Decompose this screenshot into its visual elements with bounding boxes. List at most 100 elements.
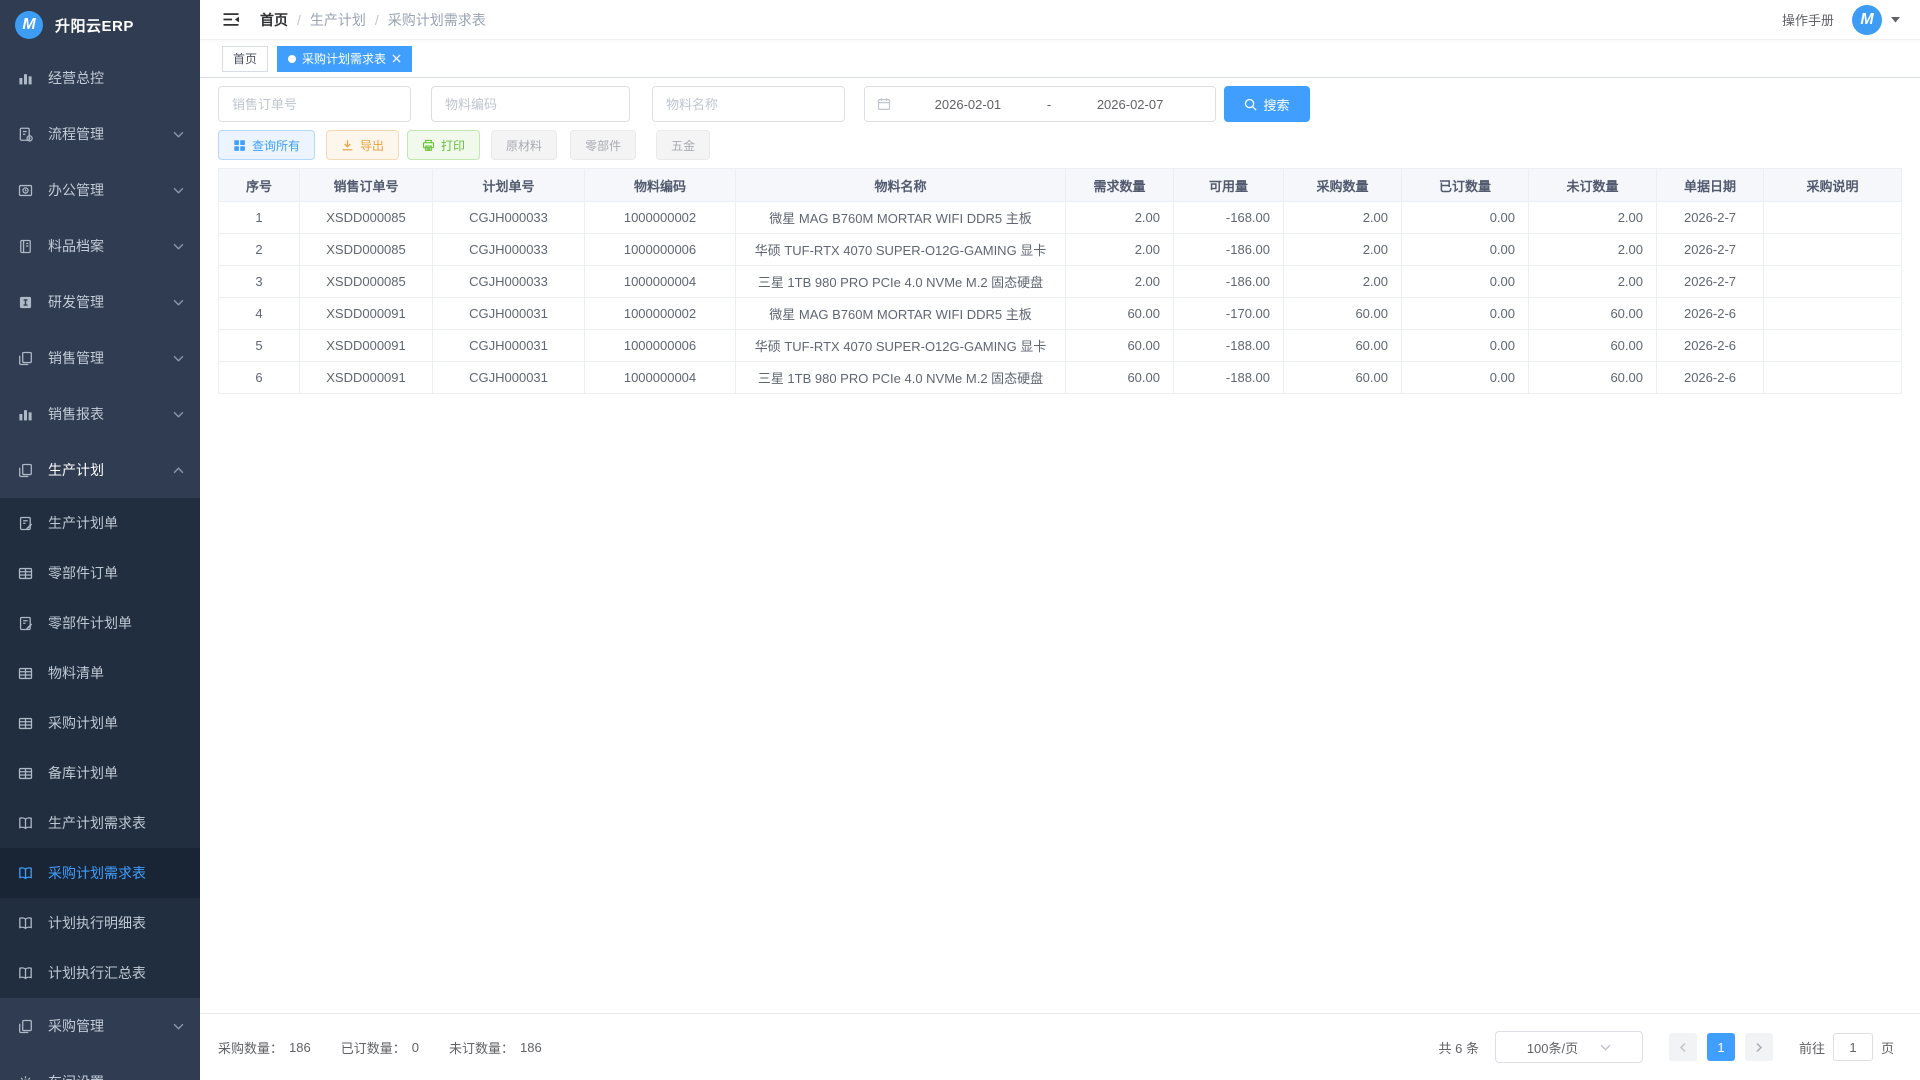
office-icon [18, 182, 34, 198]
sidebar-item-production-plan[interactable]: 生产计划 [0, 442, 200, 498]
tab-label: 首页 [233, 50, 257, 67]
open-book-icon [18, 915, 34, 931]
purchase-qty-value: 186 [289, 1040, 311, 1055]
table-grid-icon [18, 565, 34, 581]
query-all-button[interactable]: 查询所有 [218, 130, 315, 160]
sidebar-item-label: 零部件计划单 [48, 613, 184, 633]
copy-icon [18, 350, 34, 366]
breadcrumb-home[interactable]: 首页 [260, 10, 288, 30]
pagination: 共 6 条 100条/页 1 前往 页 [1439, 1031, 1895, 1063]
date-end[interactable]: 2026-02-07 [1057, 97, 1203, 112]
sidebar-item-production-plan-demand[interactable]: 生产计划需求表 [0, 798, 200, 848]
sidebar-item-parts-order[interactable]: 零部件订单 [0, 548, 200, 598]
tab-purchase-plan-demand[interactable]: 采购计划需求表 [277, 46, 412, 72]
column-header: 未订数量 [1529, 169, 1657, 202]
column-header: 销售订单号 [300, 169, 433, 202]
collapse-sidebar-icon[interactable] [222, 12, 240, 27]
sidebar-item-sales-mgmt[interactable]: 销售管理 [0, 330, 200, 386]
sidebar-item-workshop-settings[interactable]: 车间设置 [0, 1054, 200, 1080]
search-button[interactable]: 搜索 [1224, 86, 1310, 122]
sidebar-item-parts-plan-order[interactable]: 零部件计划单 [0, 598, 200, 648]
cell: 2.00 [1284, 202, 1402, 234]
cell [1764, 266, 1902, 298]
table-row[interactable]: 3 XSDD000085 CGJH000033 1000000004 三星 1T… [219, 266, 1902, 298]
cell: 1000000006 [585, 234, 736, 266]
sidebar-item-bom-list[interactable]: 物料清单 [0, 648, 200, 698]
parts-button[interactable]: 零部件 [570, 130, 636, 160]
cell: 1000000002 [585, 202, 736, 234]
avatar[interactable]: M [1852, 5, 1882, 35]
sidebar-item-sales-reports[interactable]: 销售报表 [0, 386, 200, 442]
sidebar-item-business-overview[interactable]: 经营总控 [0, 50, 200, 106]
table-row[interactable]: 5 XSDD000091 CGJH000031 1000000006 华硕 TU… [219, 330, 1902, 362]
sidebar-item-purchase-plan-order[interactable]: 采购计划单 [0, 698, 200, 748]
cell: 微星 MAG B760M MORTAR WIFI DDR5 主板 [736, 298, 1066, 330]
page-size-select[interactable]: 100条/页 [1495, 1031, 1643, 1063]
page-size-value: 100条/页 [1527, 1038, 1578, 1057]
sidebar-item-plan-exec-summary[interactable]: 计划执行汇总表 [0, 948, 200, 998]
cell: 2.00 [1284, 266, 1402, 298]
next-page-button[interactable] [1745, 1033, 1773, 1061]
column-header: 物料编码 [585, 169, 736, 202]
material-name-input[interactable] [652, 86, 845, 122]
active-dot-icon [288, 55, 296, 63]
date-start[interactable]: 2026-02-01 [895, 97, 1041, 112]
content: 2026-02-01 - 2026-02-07 搜索 查询所有 导出 打印 [200, 78, 1920, 394]
tab-home[interactable]: 首页 [222, 46, 268, 72]
sidebar-item-label: 销售管理 [48, 348, 173, 368]
table-row[interactable]: 2 XSDD000085 CGJH000033 1000000006 华硕 TU… [219, 234, 1902, 266]
breadcrumb: 首页 / 生产计划 / 采购计划需求表 [260, 10, 486, 30]
sidebar-item-production-plan-order[interactable]: 生产计划单 [0, 498, 200, 548]
navbar-right: 操作手册 M [1782, 5, 1900, 35]
date-range-picker[interactable]: 2026-02-01 - 2026-02-07 [864, 86, 1216, 122]
search-button-label: 搜索 [1263, 95, 1289, 114]
sidebar-item-materials-archive[interactable]: 料品档案 [0, 218, 200, 274]
notebook-icon [18, 238, 34, 254]
page-number-button[interactable]: 1 [1707, 1033, 1735, 1061]
cell: 0.00 [1402, 362, 1529, 394]
cell: -170.00 [1174, 298, 1284, 330]
sidebar-item-stock-plan-order[interactable]: 备库计划单 [0, 748, 200, 798]
doc-edit-icon [18, 615, 34, 631]
print-button[interactable]: 打印 [407, 130, 480, 160]
cell: 三星 1TB 980 PRO PCIe 4.0 NVMe M.2 固态硬盘 [736, 362, 1066, 394]
cell: 0.00 [1402, 234, 1529, 266]
sidebar-item-office-mgmt[interactable]: 办公管理 [0, 162, 200, 218]
query-all-label: 查询所有 [252, 137, 300, 154]
material-code-input[interactable] [431, 86, 630, 122]
cell: XSDD000085 [300, 234, 433, 266]
sidebar-item-process-mgmt[interactable]: 流程管理 [0, 106, 200, 162]
sales-order-input[interactable] [218, 86, 411, 122]
column-header: 物料名称 [736, 169, 1066, 202]
table-grid-icon [18, 765, 34, 781]
table-row[interactable]: 1 XSDD000085 CGJH000033 1000000002 微星 MA… [219, 202, 1902, 234]
close-icon[interactable] [392, 54, 401, 63]
hardware-button[interactable]: 五金 [656, 130, 710, 160]
tab-label: 采购计划需求表 [302, 50, 386, 67]
cell: CGJH000031 [433, 298, 585, 330]
caret-down-icon[interactable] [1891, 17, 1900, 23]
cell: 2026-2-7 [1657, 234, 1764, 266]
sidebar-item-plan-exec-detail[interactable]: 计划执行明细表 [0, 898, 200, 948]
sidebar-item-purchase-mgmt[interactable]: 采购管理 [0, 998, 200, 1054]
cell: 2026-2-7 [1657, 202, 1764, 234]
chevron-up-icon [173, 467, 184, 474]
column-header: 采购数量 [1284, 169, 1402, 202]
cell: CGJH000031 [433, 362, 585, 394]
sidebar: M 升阳云ERP 经营总控 流程管理 办公管理 料品档案 研发管理 销售管理 销… [0, 0, 200, 1080]
sidebar-item-rnd-mgmt[interactable]: 研发管理 [0, 274, 200, 330]
column-header: 可用量 [1174, 169, 1284, 202]
breadcrumb-item[interactable]: 生产计划 [310, 10, 366, 30]
export-button[interactable]: 导出 [326, 130, 399, 160]
table-row[interactable]: 4 XSDD000091 CGJH000031 1000000002 微星 MA… [219, 298, 1902, 330]
sidebar-item-purchase-plan-demand[interactable]: 采购计划需求表 [0, 848, 200, 898]
table-row[interactable]: 6 XSDD000091 CGJH000031 1000000004 三星 1T… [219, 362, 1902, 394]
chevron-down-icon [1600, 1044, 1611, 1051]
cell: 2.00 [1529, 234, 1657, 266]
sidebar-item-label: 研发管理 [48, 292, 173, 312]
raw-material-button[interactable]: 原材料 [491, 130, 557, 160]
prev-page-button[interactable] [1669, 1033, 1697, 1061]
manual-link[interactable]: 操作手册 [1782, 10, 1834, 29]
goto-page-input[interactable] [1833, 1033, 1873, 1061]
doc-edit-icon [18, 515, 34, 531]
